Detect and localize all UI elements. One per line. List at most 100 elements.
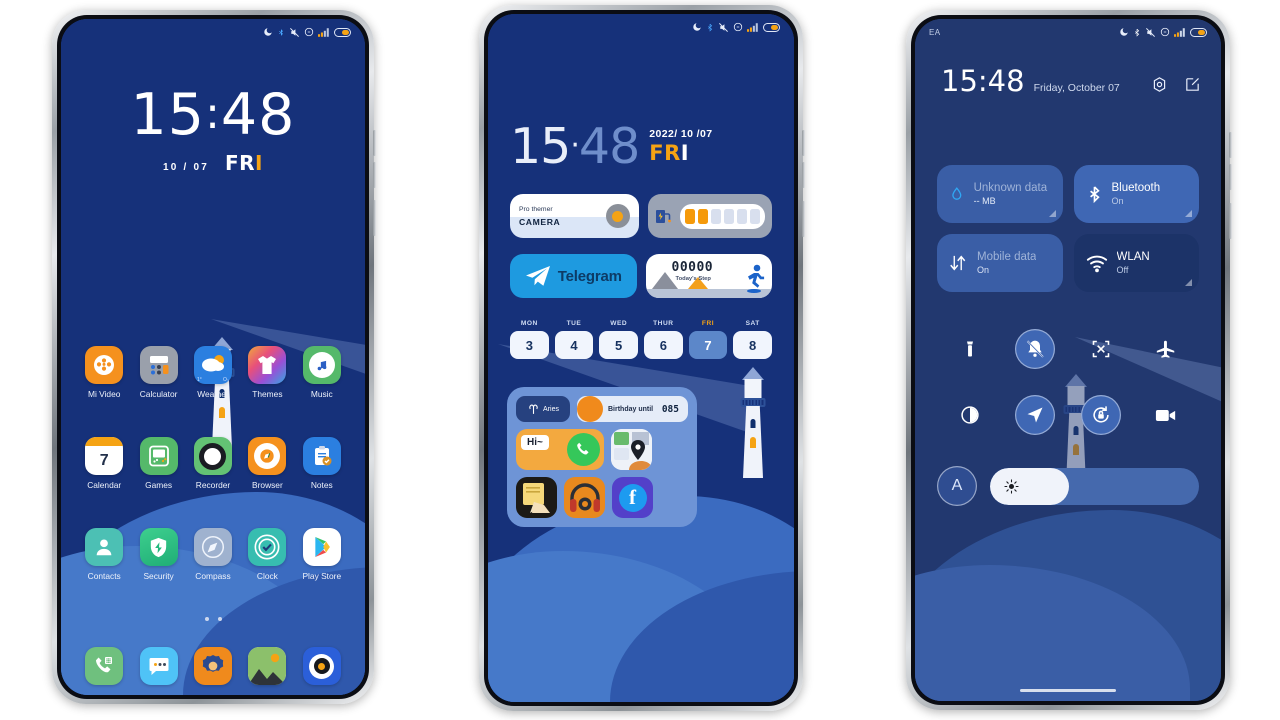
location-icon[interactable] bbox=[1015, 395, 1056, 435]
volume-down-button[interactable] bbox=[1229, 164, 1232, 190]
app-themes[interactable]: Themes bbox=[240, 346, 294, 399]
facebook-widget[interactable]: f bbox=[612, 477, 653, 518]
cc-time: 15:48 bbox=[941, 64, 1025, 98]
settings-icon[interactable] bbox=[193, 647, 232, 685]
phone2-screen: 15·48 2022/ 10 /07 FRI Pro themer CAMERA bbox=[488, 14, 794, 702]
calendar-day-cell[interactable]: SAT 8 bbox=[733, 320, 772, 359]
app-label: Clock bbox=[256, 571, 278, 581]
mute-icon bbox=[290, 27, 299, 37]
power-button[interactable] bbox=[373, 200, 376, 236]
app-security[interactable]: Security bbox=[131, 528, 185, 581]
app-music[interactable]: Music bbox=[295, 346, 349, 399]
app-weather[interactable]: 1° O₃ Weather bbox=[186, 346, 240, 399]
volume-up-button[interactable] bbox=[1229, 132, 1232, 158]
app-calculator[interactable]: Calculator bbox=[131, 346, 185, 399]
tile-status: -- MB bbox=[973, 195, 996, 206]
page-indicator[interactable] bbox=[61, 617, 365, 621]
step-caption: Today's Step bbox=[675, 276, 711, 282]
app-label: Security bbox=[143, 571, 174, 581]
power-button[interactable] bbox=[802, 201, 805, 237]
birthday-widget[interactable]: Birthday until 085 bbox=[577, 396, 688, 422]
camera-icon[interactable] bbox=[302, 647, 341, 685]
telegram-widget[interactable]: Telegram bbox=[510, 254, 637, 298]
home-indicator[interactable] bbox=[1020, 689, 1116, 692]
weekday-label: WED bbox=[610, 320, 628, 327]
tile-data-plan[interactable]: Unknown data plan -- MB bbox=[937, 165, 1063, 223]
maps-widget[interactable] bbox=[611, 429, 652, 470]
app-calendar[interactable]: 7 Calendar bbox=[77, 437, 131, 490]
camera-themer-widget[interactable]: Pro themer CAMERA bbox=[510, 194, 639, 238]
volume-up-button[interactable] bbox=[802, 130, 805, 156]
lighthouse-illustration bbox=[736, 367, 770, 492]
battery-icon bbox=[763, 22, 780, 32]
app-play-store[interactable]: Play Store bbox=[295, 528, 349, 581]
dnd-icon bbox=[1160, 27, 1170, 37]
calendar-strip: MON 3 TUE 4 WED 5 THUR 6 FRI 7 SAT 8 bbox=[510, 320, 772, 359]
volume-down-button[interactable] bbox=[802, 162, 805, 188]
themes-icon bbox=[248, 346, 287, 384]
tile-status: On bbox=[1111, 195, 1124, 206]
settings-gear-icon[interactable] bbox=[1151, 76, 1168, 93]
battery-icon bbox=[1190, 27, 1207, 37]
auto-brightness-button[interactable]: A bbox=[937, 466, 977, 506]
calendar-day-cell[interactable]: THUR 6 bbox=[644, 320, 683, 359]
app-browser[interactable]: Browser bbox=[240, 437, 294, 490]
volume-down-button[interactable] bbox=[373, 162, 376, 188]
dark-mode-icon[interactable] bbox=[950, 395, 990, 435]
app-compass[interactable]: Compass bbox=[186, 528, 240, 581]
lockscreen-clock-1: 15:48 10 / 07 FRI bbox=[61, 87, 365, 176]
day-number: 3 bbox=[510, 331, 549, 359]
play-store-icon bbox=[302, 528, 341, 566]
status-bar-1 bbox=[61, 19, 365, 45]
app-clock[interactable]: Clock bbox=[240, 528, 294, 581]
step-counter-widget[interactable]: 00000 Today's Step bbox=[645, 254, 772, 298]
step-count: 00000 bbox=[671, 260, 714, 275]
app-notes[interactable]: Notes bbox=[295, 437, 349, 490]
calendar-day-cell[interactable]: TUE 4 bbox=[554, 320, 594, 359]
tile-name: Unknown data plan bbox=[973, 182, 1051, 195]
wifi-icon bbox=[1086, 255, 1107, 273]
calendar-icon: 7 bbox=[85, 437, 124, 475]
rotation-lock-icon[interactable] bbox=[1080, 395, 1121, 435]
headphones-widget[interactable] bbox=[564, 477, 605, 518]
tile-bluetooth[interactable]: Bluetooth On bbox=[1073, 165, 1199, 223]
signal-icon bbox=[1174, 27, 1185, 37]
tile-mobile-data[interactable]: Mobile data On bbox=[937, 234, 1063, 292]
notes-widget[interactable] bbox=[516, 477, 557, 518]
recorder-icon bbox=[193, 437, 232, 475]
tile-wlan[interactable]: WLAN Off bbox=[1073, 234, 1199, 292]
dialer-icon[interactable] bbox=[85, 647, 124, 685]
day-number: 5 bbox=[599, 331, 638, 359]
tile-expand-corner[interactable] bbox=[1185, 210, 1192, 217]
sticky-note-icon bbox=[523, 483, 550, 513]
airplane-icon[interactable] bbox=[1146, 329, 1186, 369]
brightness-slider[interactable] bbox=[990, 467, 1199, 505]
phone-device-1: 15:48 10 / 07 FRI Mi Video Calculator 1°… bbox=[52, 10, 376, 704]
messages-icon[interactable] bbox=[139, 647, 178, 685]
silent-bell-icon[interactable] bbox=[1015, 329, 1056, 369]
zodiac-label: Aries bbox=[543, 405, 559, 413]
app-mi-video[interactable]: Mi Video bbox=[77, 346, 131, 399]
edit-icon[interactable] bbox=[1184, 76, 1201, 93]
volume-up-button[interactable] bbox=[373, 130, 376, 156]
battery-widget[interactable] bbox=[647, 194, 772, 238]
birthday-label: Birthday until bbox=[608, 405, 654, 413]
calendar-day-cell[interactable]: MON 3 bbox=[510, 320, 549, 359]
app-games[interactable]: Games bbox=[131, 437, 185, 490]
screenshot-icon[interactable] bbox=[1081, 329, 1121, 369]
zodiac-widget[interactable]: Aries bbox=[516, 396, 570, 422]
gallery-icon[interactable] bbox=[248, 647, 287, 685]
app-contacts[interactable]: Contacts bbox=[77, 528, 131, 581]
weekday-label: MON bbox=[520, 320, 538, 327]
app-recorder[interactable]: Recorder bbox=[186, 437, 240, 490]
tile-expand-corner[interactable] bbox=[1048, 210, 1056, 217]
power-button[interactable] bbox=[1229, 203, 1232, 239]
screen-record-icon[interactable] bbox=[1146, 395, 1186, 435]
wechat-widget[interactable]: Hi~ bbox=[516, 429, 604, 470]
moon-icon bbox=[1120, 28, 1128, 36]
calendar-day-cell-selected[interactable]: FRI 7 bbox=[688, 320, 728, 359]
tile-expand-corner[interactable] bbox=[1185, 279, 1192, 286]
flashlight-icon[interactable] bbox=[950, 329, 990, 369]
calendar-day-cell[interactable]: WED 5 bbox=[599, 320, 638, 359]
moon-icon bbox=[693, 23, 701, 31]
